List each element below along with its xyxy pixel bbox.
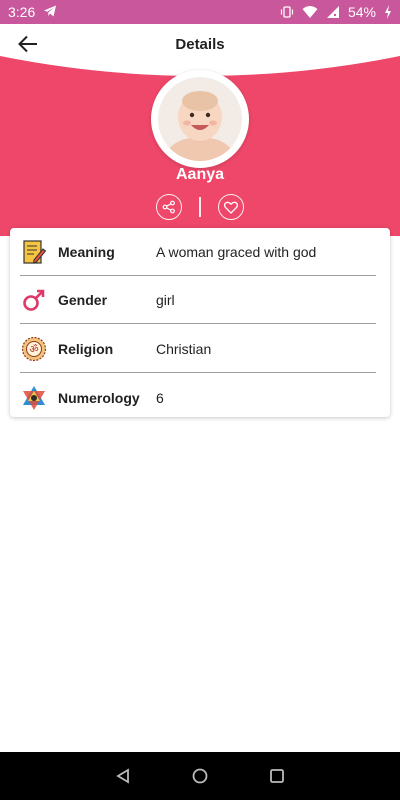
circle-home-icon: [192, 768, 208, 784]
detail-value: A woman graced with god: [156, 244, 317, 260]
om-religion-icon: ॐ: [21, 336, 47, 362]
nav-back-button[interactable]: [111, 764, 135, 788]
female-symbol-icon: [23, 289, 45, 311]
star-of-david-icon: [23, 386, 45, 410]
nav-home-button[interactable]: [188, 764, 212, 788]
meaning-icon: [23, 240, 47, 264]
triangle-back-icon: [116, 768, 130, 784]
row-separator: [20, 372, 376, 373]
detail-value: Christian: [156, 341, 212, 357]
signal-icon: [326, 5, 340, 19]
status-bar: 3:26 54%: [0, 0, 400, 24]
svg-text:ॐ: ॐ: [29, 344, 38, 356]
favorite-button[interactable]: [217, 194, 244, 220]
baby-name: Aanya: [175, 166, 225, 183]
detail-row-numerology: Numerology 6: [10, 374, 390, 422]
system-nav-bar: [0, 752, 400, 800]
vibrate-icon: [280, 5, 294, 19]
share-button[interactable]: [156, 194, 183, 220]
page-title: Details: [175, 35, 225, 53]
detail-value: girl: [156, 292, 175, 308]
detail-label: Gender: [58, 292, 108, 308]
avatar: [158, 77, 242, 161]
detail-row-meaning: Meaning A woman graced with god: [10, 228, 390, 276]
avatar-ring: [151, 70, 249, 168]
arrow-left-icon: [18, 35, 37, 53]
detail-label: Numerology: [58, 390, 140, 406]
nav-recents-button[interactable]: [265, 764, 289, 788]
detail-value: 6: [156, 390, 164, 406]
telegram-icon: [43, 4, 57, 21]
details-card: Meaning A woman graced with god Gender g…: [10, 228, 390, 417]
status-time: 3:26: [8, 4, 36, 20]
share-icon: [162, 200, 176, 214]
back-button[interactable]: [14, 32, 42, 56]
row-separator: [20, 323, 376, 324]
detail-row-gender: Gender girl: [10, 276, 390, 324]
detail-label: Meaning: [58, 244, 115, 260]
action-row: [0, 193, 400, 221]
square-recents-icon: [269, 769, 284, 783]
action-divider: [199, 197, 201, 217]
wifi-icon: [302, 5, 318, 19]
baby-photo: [158, 77, 242, 161]
battery-text: 54%: [347, 4, 376, 20]
battery-charging-icon: [384, 5, 392, 19]
detail-row-religion: ॐ Religion Christian: [10, 325, 390, 373]
detail-label: Religion: [58, 341, 114, 357]
heart-icon: [223, 201, 238, 214]
